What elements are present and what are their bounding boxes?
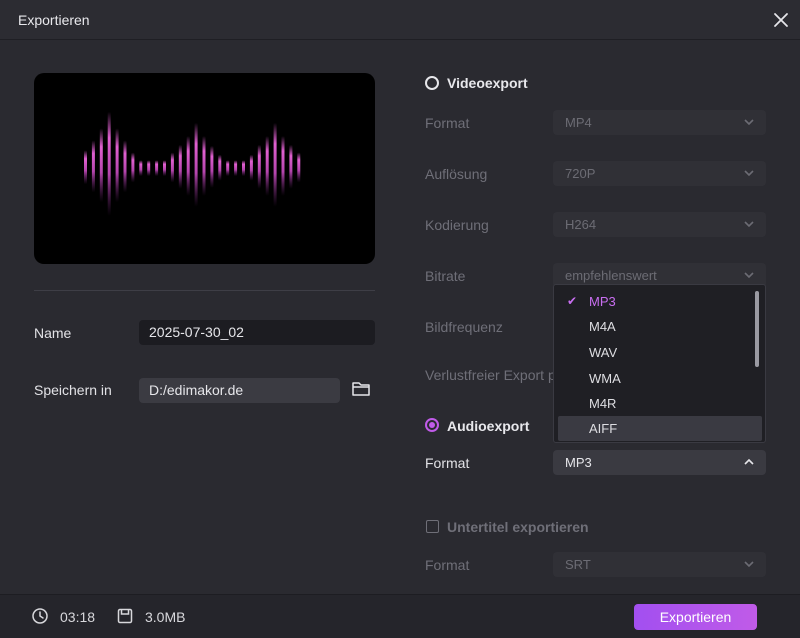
waveform-bar — [289, 144, 293, 189]
save-path-input[interactable]: D:/edimakor.de — [139, 378, 340, 403]
audio-export-title: Audioexport — [447, 418, 530, 434]
resolution-label: Auflösung — [425, 166, 488, 182]
duration-value: 03:18 — [60, 609, 96, 625]
waveform-bar — [131, 152, 135, 183]
option-label: M4A — [589, 319, 616, 334]
waveform-bar — [155, 160, 159, 177]
waveform-bar — [234, 160, 238, 177]
video-format-value: MP4 — [565, 115, 592, 130]
option-label: WMA — [589, 371, 621, 386]
dropdown-scrollbar[interactable] — [755, 291, 759, 367]
close-icon[interactable] — [770, 9, 792, 31]
waveform-bar — [297, 152, 301, 183]
waveform-bar — [186, 136, 190, 196]
file-size-icon — [117, 608, 133, 624]
file-size-value: 3.0MB — [145, 609, 186, 625]
dropdown-option-m4a[interactable]: M4A — [554, 314, 762, 339]
waveform-bar — [84, 150, 87, 185]
video-format-label: Format — [425, 115, 470, 131]
dropdown-option-m4r[interactable]: M4R — [554, 391, 762, 416]
chevron-down-icon — [744, 272, 754, 279]
subtitle-export-title: Untertitel exportieren — [447, 519, 589, 535]
waveform-bar — [202, 136, 206, 196]
resolution-select[interactable]: 720P — [553, 161, 766, 186]
waveform-bar — [249, 154, 253, 181]
audio-format-select[interactable]: MP3 — [553, 450, 766, 475]
audio-preview — [34, 73, 375, 264]
dropdown-option-mp3[interactable]: ✔ MP3 — [554, 289, 762, 314]
encoding-value: H264 — [565, 217, 597, 232]
subtitle-format-label: Format — [425, 557, 470, 573]
option-label: MP3 — [589, 294, 616, 309]
folder-icon[interactable] — [351, 380, 371, 398]
footer-bar: 03:18 3.0MB Exportieren — [0, 594, 800, 638]
dropdown-option-aiff[interactable]: AIFF — [558, 416, 762, 441]
waveform-bar — [242, 160, 245, 177]
chevron-up-icon — [744, 458, 754, 465]
waveform-bar — [91, 140, 95, 193]
waveform-bar — [99, 128, 103, 203]
lossless-export-label: Verlustfreier Export p — [425, 367, 556, 383]
subtitle-export-checkbox[interactable] — [426, 520, 439, 533]
chevron-down-icon — [744, 119, 754, 126]
divider — [34, 290, 375, 291]
checkmark-icon: ✔ — [567, 294, 578, 308]
encoding-select[interactable]: H264 — [553, 212, 766, 237]
video-export-title: Videoexport — [447, 75, 528, 91]
waveform-bar — [163, 160, 166, 177]
bitrate-label: Bitrate — [425, 268, 466, 284]
option-label: AIFF — [589, 421, 618, 436]
waveform-bar — [226, 160, 230, 177]
waveform-bar — [123, 140, 127, 193]
waveform-bar — [281, 136, 285, 196]
audio-format-label: Format — [425, 455, 470, 471]
dropdown-option-wma[interactable]: WMA — [554, 366, 762, 391]
waveform-bar — [147, 160, 151, 177]
resolution-value: 720P — [565, 166, 596, 181]
waveform-bar — [178, 144, 182, 189]
waveform-bar — [257, 144, 261, 189]
waveform-bar — [265, 136, 269, 196]
encoding-label: Kodierung — [425, 217, 489, 233]
video-export-radio[interactable] — [425, 76, 439, 90]
waveform-bar — [115, 128, 119, 203]
audio-export-radio[interactable] — [425, 418, 439, 432]
subtitle-format-value: SRT — [565, 557, 591, 572]
framerate-label: Bildfrequenz — [425, 319, 503, 335]
audio-format-dropdown[interactable]: ✔ MP3 M4A WAV WMA M4R AIFF — [553, 284, 766, 443]
waveform-bar — [107, 111, 111, 216]
option-label: WAV — [589, 345, 618, 360]
name-input[interactable]: 2025-07-30_02 — [139, 320, 375, 345]
chevron-down-icon — [744, 561, 754, 568]
waveform-graphic — [84, 111, 301, 216]
option-label: M4R — [589, 396, 617, 411]
waveform-bar — [139, 160, 143, 177]
video-format-select[interactable]: MP4 — [553, 110, 766, 135]
window-title: Exportieren — [18, 12, 90, 28]
waveform-bar — [210, 145, 214, 188]
waveform-bar — [194, 122, 198, 207]
chevron-down-icon — [744, 221, 754, 228]
waveform-bar — [218, 154, 222, 181]
save-location-label: Speichern in — [34, 382, 112, 398]
subtitle-format-select[interactable]: SRT — [553, 552, 766, 577]
bitrate-value: empfehlenswert — [565, 268, 657, 283]
waveform-bar — [273, 122, 277, 207]
chevron-down-icon — [744, 170, 754, 177]
title-bar: Exportieren — [0, 0, 800, 40]
dropdown-option-wav[interactable]: WAV — [554, 340, 762, 365]
audio-format-value: MP3 — [565, 455, 592, 470]
export-button[interactable]: Exportieren — [634, 604, 757, 630]
waveform-bar — [170, 152, 174, 183]
clock-icon — [32, 608, 48, 624]
name-label: Name — [34, 325, 72, 341]
